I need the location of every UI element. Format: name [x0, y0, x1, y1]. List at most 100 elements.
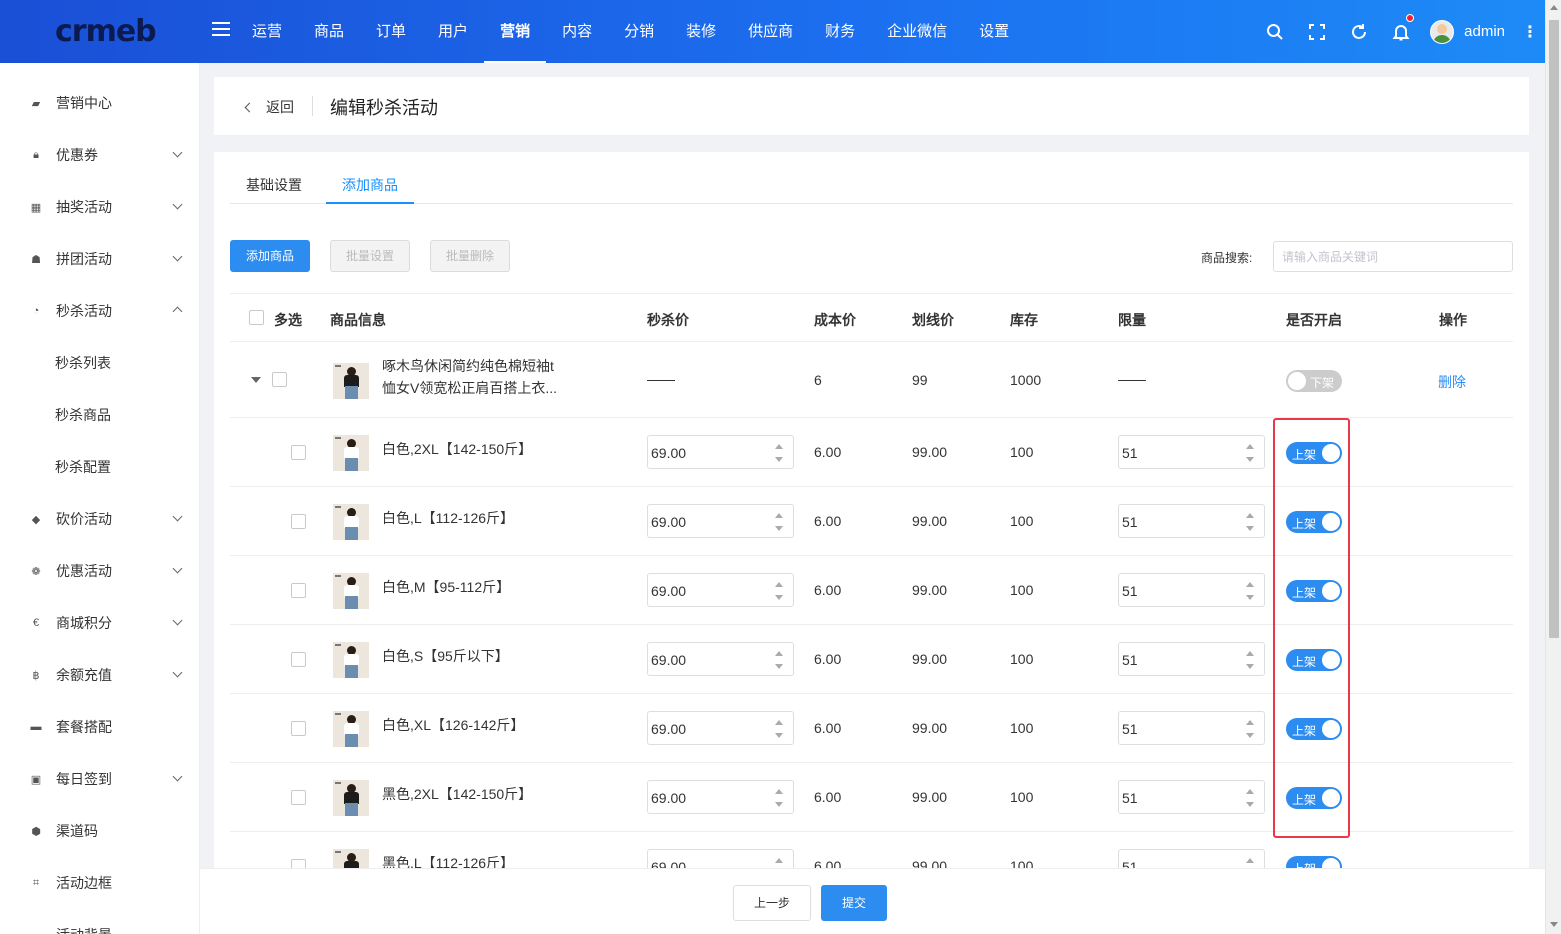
status-toggle[interactable]: 上架: [1286, 442, 1342, 464]
scroll-down-arrow-icon[interactable]: [1550, 922, 1558, 927]
back-button[interactable]: 返回: [244, 97, 294, 117]
product-search-input[interactable]: [1273, 241, 1513, 272]
row-checkbox[interactable]: [291, 721, 306, 736]
tab[interactable]: 添加商品: [326, 170, 414, 204]
caret-down-icon[interactable]: [251, 377, 261, 383]
decrement-arrow-icon[interactable]: [1246, 526, 1254, 531]
add-product-button[interactable]: 添加商品: [230, 240, 311, 272]
sidebar-item[interactable]: ❁ 优惠活动: [0, 545, 199, 597]
sidebar-item[interactable]: ▦ 抽奖活动: [0, 181, 199, 233]
increment-arrow-icon[interactable]: [775, 444, 783, 449]
limit-input[interactable]: 51: [1118, 711, 1265, 745]
row-checkbox[interactable]: [291, 445, 306, 460]
nav-item[interactable]: 装修: [670, 0, 732, 63]
scroll-up-arrow-icon[interactable]: [1550, 5, 1558, 10]
sidebar-item[interactable]: ◆ 砍价活动: [0, 493, 199, 545]
submit-button[interactable]: 提交: [821, 885, 887, 921]
notification-bell-icon[interactable]: [1380, 0, 1422, 63]
flash-price-input[interactable]: 69.00: [647, 573, 794, 607]
increment-arrow-icon[interactable]: [1246, 444, 1254, 449]
nav-item[interactable]: 内容: [546, 0, 608, 63]
sidebar-subitem[interactable]: 秒杀配置: [0, 441, 199, 493]
nav-item[interactable]: 运营: [236, 0, 298, 63]
decrement-arrow-icon[interactable]: [775, 457, 783, 462]
status-toggle[interactable]: 下架: [1286, 370, 1342, 392]
row-checkbox[interactable]: [272, 372, 287, 387]
decrement-arrow-icon[interactable]: [775, 595, 783, 600]
increment-arrow-icon[interactable]: [1246, 720, 1254, 725]
sidebar-item[interactable]: ▣ 每日签到: [0, 753, 199, 805]
nav-item[interactable]: 供应商: [732, 0, 809, 63]
nav-item[interactable]: 用户: [422, 0, 484, 63]
fullscreen-icon[interactable]: [1296, 0, 1338, 63]
sidebar-item[interactable]: € 商城积分: [0, 597, 199, 649]
decrement-arrow-icon[interactable]: [1246, 457, 1254, 462]
refresh-icon[interactable]: [1338, 0, 1380, 63]
decrement-arrow-icon[interactable]: [775, 664, 783, 669]
increment-arrow-icon[interactable]: [775, 582, 783, 587]
nav-item[interactable]: 订单: [360, 0, 422, 63]
increment-arrow-icon[interactable]: [775, 651, 783, 656]
decrement-arrow-icon[interactable]: [1246, 733, 1254, 738]
row-checkbox[interactable]: [291, 514, 306, 529]
nav-item[interactable]: 营销: [484, 0, 547, 63]
limit-input[interactable]: 51: [1118, 504, 1265, 538]
increment-arrow-icon[interactable]: [775, 858, 783, 863]
menu-toggle-icon[interactable]: [212, 22, 230, 40]
increment-arrow-icon[interactable]: [775, 720, 783, 725]
sidebar-subitem[interactable]: 秒杀商品: [0, 389, 199, 441]
nav-item[interactable]: 企业微信: [871, 0, 963, 63]
status-toggle[interactable]: 上架: [1286, 649, 1342, 671]
decrement-arrow-icon[interactable]: [775, 526, 783, 531]
search-icon[interactable]: [1254, 0, 1296, 63]
more-vertical-icon[interactable]: ⋮: [1515, 22, 1545, 42]
sidebar-item[interactable]: ☗ 拼团活动: [0, 233, 199, 285]
decrement-arrow-icon[interactable]: [1246, 802, 1254, 807]
status-toggle[interactable]: 上架: [1286, 511, 1342, 533]
limit-input[interactable]: 51: [1118, 435, 1265, 469]
flash-price-input[interactable]: 69.00: [647, 435, 794, 469]
flash-price-input[interactable]: 69.00: [647, 711, 794, 745]
nav-item[interactable]: 分销: [608, 0, 670, 63]
status-toggle[interactable]: 上架: [1286, 787, 1342, 809]
row-checkbox[interactable]: [291, 583, 306, 598]
scrollbar-thumb[interactable]: [1549, 20, 1559, 638]
sidebar-item[interactable]: ⬢ 渠道码: [0, 805, 199, 857]
limit-input[interactable]: 51: [1118, 642, 1265, 676]
limit-input[interactable]: 51: [1118, 780, 1265, 814]
status-toggle[interactable]: 上架: [1286, 718, 1342, 740]
flash-price-input[interactable]: 69.00: [647, 642, 794, 676]
limit-input[interactable]: 51: [1118, 573, 1265, 607]
nav-item[interactable]: 商品: [298, 0, 360, 63]
increment-arrow-icon[interactable]: [1246, 513, 1254, 518]
sidebar-item[interactable]: ◔ 秒杀活动: [0, 285, 199, 337]
flash-price-input[interactable]: 69.00: [647, 780, 794, 814]
decrement-arrow-icon[interactable]: [1246, 595, 1254, 600]
increment-arrow-icon[interactable]: [1246, 651, 1254, 656]
sidebar-item[interactable]: ฿ 余额充值: [0, 649, 199, 701]
nav-item[interactable]: 财务: [809, 0, 871, 63]
batch-delete-button[interactable]: 批量删除: [430, 240, 511, 272]
sidebar-subitem[interactable]: 秒杀列表: [0, 337, 199, 389]
sidebar-item[interactable]: ▬ 套餐搭配: [0, 701, 199, 753]
increment-arrow-icon[interactable]: [775, 789, 783, 794]
decrement-arrow-icon[interactable]: [1246, 664, 1254, 669]
tab[interactable]: 基础设置: [230, 170, 318, 204]
page-scrollbar[interactable]: [1545, 0, 1561, 934]
increment-arrow-icon[interactable]: [1246, 582, 1254, 587]
delete-link[interactable]: 删除: [1438, 372, 1466, 392]
increment-arrow-icon[interactable]: [1246, 858, 1254, 863]
increment-arrow-icon[interactable]: [775, 513, 783, 518]
user-menu[interactable]: admin: [1430, 19, 1505, 44]
flash-price-input[interactable]: 69.00: [647, 504, 794, 538]
batch-set-button[interactable]: 批量设置: [330, 240, 411, 272]
increment-arrow-icon[interactable]: [1246, 789, 1254, 794]
decrement-arrow-icon[interactable]: [775, 733, 783, 738]
nav-item[interactable]: 设置: [963, 0, 1025, 63]
row-checkbox[interactable]: [291, 652, 306, 667]
status-toggle[interactable]: 上架: [1286, 580, 1342, 602]
select-all-checkbox[interactable]: [249, 310, 264, 325]
sidebar-item[interactable]: ⌗ 活动边框: [0, 857, 199, 909]
sidebar-item[interactable]: ▰ 营销中心: [0, 77, 199, 129]
sidebar-item[interactable]: ▬ 活动背景: [0, 909, 199, 934]
